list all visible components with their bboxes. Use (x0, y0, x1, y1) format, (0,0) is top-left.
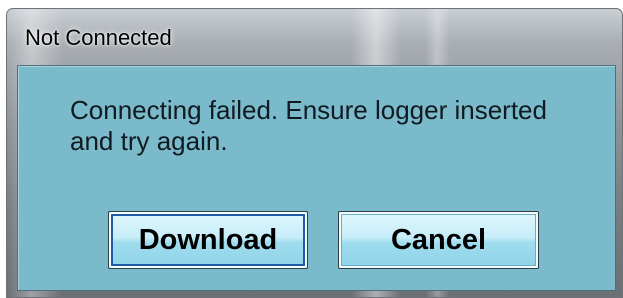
title-bar[interactable]: Not Connected (7, 9, 622, 63)
error-message: Connecting failed. Ensure logger inserte… (70, 95, 547, 156)
download-button[interactable]: Download (108, 211, 308, 269)
dialog-window: Not Connected Connecting failed. Ensure … (6, 8, 623, 298)
cancel-button[interactable]: Cancel (338, 211, 539, 269)
window-title: Not Connected (25, 25, 172, 50)
dialog-body: Connecting failed. Ensure logger inserte… (17, 65, 616, 291)
